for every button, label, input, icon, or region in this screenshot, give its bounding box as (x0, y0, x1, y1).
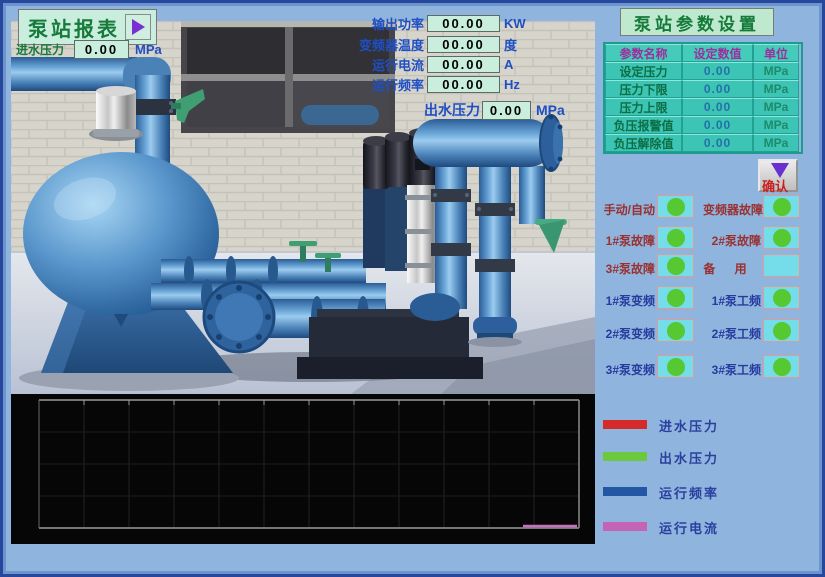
play-icon[interactable] (125, 14, 151, 40)
status-label-pump3-fault: 3#泵故障 (599, 260, 655, 277)
lamp-on (773, 198, 791, 216)
status-label-vfd-fault: 变频器故障 (689, 201, 763, 218)
setting-name: 压力下限 (605, 80, 682, 98)
status-label-manual-auto: 手动/自动 (593, 201, 655, 218)
hmi-screen: 泵站报表 进水压力 0.00 MPa 输出功率 00.00 KW 变频器温度 0… (0, 0, 825, 577)
setting-name: 负压报警值 (605, 116, 682, 134)
lamp-pump1-mains[interactable] (763, 286, 800, 309)
setting-value[interactable]: 0.00 (682, 98, 753, 116)
settings-table: 参数名称 设定数值 单位 设定压力 0.00 MPa 压力下限 0.00 MPa… (603, 42, 803, 154)
setting-value[interactable]: 0.00 (682, 134, 753, 152)
setting-unit: MPa (753, 62, 799, 80)
lamp-pump1-vfd[interactable] (657, 286, 694, 309)
lamp-on (773, 322, 791, 340)
legend-label-inlet: 进水压力 (659, 416, 719, 435)
setting-name: 负压解除值 (605, 134, 682, 152)
lamp-pump2-fault[interactable] (763, 226, 800, 249)
lamp-pump3-fault[interactable] (657, 254, 694, 277)
lamp-pump3-mains[interactable] (763, 355, 800, 378)
setting-value[interactable]: 0.00 (682, 62, 753, 80)
param-unit: 度 (504, 35, 517, 54)
status-label-spare: 备 用 (697, 260, 761, 277)
lamp-on (773, 358, 791, 376)
setting-unit: MPa (753, 98, 799, 116)
param-unit: Hz (504, 77, 520, 92)
param-value: 00.00 (427, 15, 500, 32)
legend-swatch-outlet (603, 452, 647, 461)
outlet-pressure-label: 出水压力 (418, 100, 480, 120)
status-label-pump2-mains: 2#泵工频 (703, 325, 761, 342)
setting-unit: MPa (753, 134, 799, 152)
status-label-pump3-mains: 3#泵工频 (703, 361, 761, 378)
setting-unit: MPa (753, 80, 799, 98)
status-label-pump2-vfd: 2#泵变频 (599, 325, 655, 342)
confirm-button-label: 确认 (762, 176, 788, 195)
lamp-on (667, 229, 685, 247)
param-value: 00.00 (427, 76, 500, 93)
param-label: 变频器温度 (336, 35, 424, 54)
trend-legend: 进水压力 出水压力 运行频率 运行电流 (595, 403, 825, 548)
param-label: 运行频率 (336, 75, 424, 94)
param-value: 00.00 (427, 56, 500, 73)
outlet-pressure-value: 0.00 (482, 101, 531, 120)
legend-label-current: 运行电流 (659, 518, 719, 537)
lamp-on (667, 289, 685, 307)
trend-grid (11, 394, 595, 544)
legend-label-outlet: 出水压力 (659, 448, 719, 467)
confirm-button[interactable]: 确认 (758, 159, 798, 192)
status-label-pump3-vfd: 3#泵变频 (599, 361, 655, 378)
output-power-readout: 输出功率 00.00 KW (336, 14, 571, 32)
status-label-pump1-vfd: 1#泵变频 (599, 292, 655, 309)
status-label-pump2-fault: 2#泵故障 (703, 232, 761, 249)
col-header-name: 参数名称 (605, 44, 682, 62)
outlet-pressure-readout: 出水压力 0.00 MPa (418, 100, 598, 120)
report-button-label: 泵站报表 (28, 13, 120, 42)
lamp-pump2-mains[interactable] (763, 319, 800, 342)
inlet-pressure-label: 进水压力 (16, 41, 74, 58)
legend-label-frequency: 运行频率 (659, 483, 719, 502)
lamp-on (667, 198, 685, 216)
inlet-pressure-unit: MPa (135, 42, 162, 57)
param-label: 运行电流 (336, 55, 424, 74)
setting-value[interactable]: 0.00 (682, 80, 753, 98)
param-label: 输出功率 (336, 14, 424, 33)
legend-swatch-current (603, 522, 647, 531)
setting-value[interactable]: 0.00 (682, 116, 753, 134)
status-label-pump1-mains: 1#泵工频 (703, 292, 761, 309)
lamp-pump2-vfd[interactable] (657, 319, 694, 342)
lamp-pump3-vfd[interactable] (657, 355, 694, 378)
trend-chart (11, 394, 595, 544)
outlet-pressure-unit: MPa (536, 102, 565, 118)
lamp-on (667, 257, 685, 275)
run-current-readout: 运行电流 00.00 A (336, 55, 571, 73)
setting-name: 压力上限 (605, 98, 682, 116)
setting-name: 设定压力 (605, 62, 682, 80)
lamp-on (667, 322, 685, 340)
run-frequency-readout: 运行频率 00.00 Hz (336, 75, 571, 93)
param-value: 00.00 (427, 36, 500, 53)
legend-swatch-frequency (603, 487, 647, 496)
lamp-on (667, 358, 685, 376)
lamp-spare[interactable] (763, 254, 800, 277)
lamp-vfd-fault[interactable] (763, 195, 800, 218)
status-label-pump1-fault: 1#泵故障 (599, 232, 655, 249)
settings-panel-title: 泵站参数设置 (620, 8, 774, 36)
inlet-pressure-readout: 进水压力 0.00 MPa (16, 40, 162, 59)
lamp-on (773, 229, 791, 247)
legend-swatch-inlet (603, 420, 647, 429)
col-header-unit: 单位 (753, 44, 799, 62)
lamp-pump1-fault[interactable] (657, 226, 694, 249)
param-unit: A (504, 57, 513, 72)
col-header-value: 设定数值 (682, 44, 753, 62)
inverter-temp-readout: 变频器温度 00.00 度 (336, 35, 571, 53)
setting-unit: MPa (753, 116, 799, 134)
param-unit: KW (504, 16, 526, 31)
lamp-on (773, 289, 791, 307)
inlet-pressure-value: 0.00 (74, 40, 129, 59)
